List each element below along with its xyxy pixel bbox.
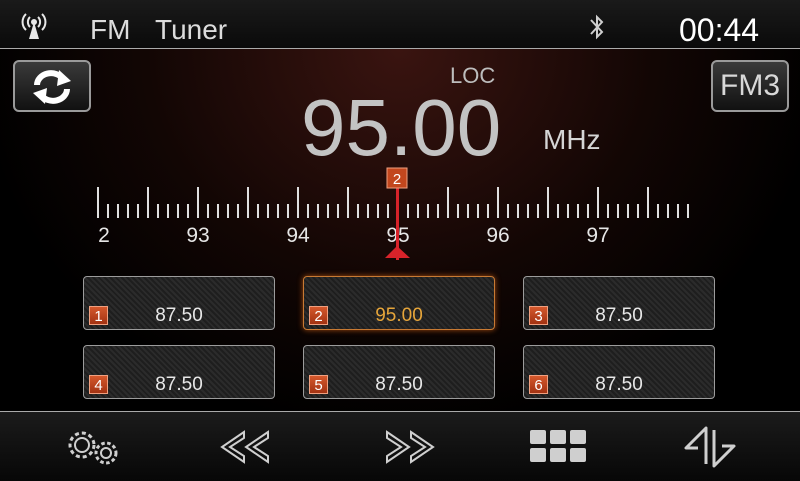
preset-button-6[interactable]: 6 87.50	[523, 345, 715, 399]
preset-frequency: 87.50	[155, 374, 203, 395]
bluetooth-icon	[590, 14, 604, 40]
mode-title: Tuner	[155, 14, 228, 45]
preset-frequency: 87.50	[595, 374, 643, 395]
needle-pointer	[385, 246, 410, 258]
preset-frequency: 87.50	[155, 305, 203, 326]
settings-icon[interactable]	[62, 426, 130, 468]
bottom-toolbar	[0, 411, 800, 481]
seek-forward-icon[interactable]	[383, 426, 435, 468]
preset-frequency: 95.00	[375, 305, 423, 326]
antenna-signal-icon	[21, 13, 47, 39]
needle-marker-number: 2	[393, 171, 401, 188]
preset-button-2[interactable]: 2 95.00	[303, 276, 495, 330]
scale-label: 97	[586, 224, 609, 247]
preset-button-5[interactable]: 5 87.50	[303, 345, 495, 399]
preset-frequency: 87.50	[375, 374, 423, 395]
scale-label: 2	[98, 224, 110, 247]
clock: 00:44	[679, 12, 760, 48]
scale-label: 94	[286, 224, 310, 247]
preset-button-3[interactable]: 3 87.50	[523, 276, 715, 330]
status-bar: FM Tuner 00:44	[0, 0, 800, 49]
preset-frequency: 87.50	[595, 305, 643, 326]
band-title: FM	[90, 14, 131, 45]
tuner-panel: LOC 95.00 MHz FM3 2 93 94 95 96 97 2 1 8…	[0, 49, 800, 411]
scale-label: 93	[186, 224, 209, 247]
scale-label: 96	[486, 224, 509, 247]
preset-grid-icon[interactable]	[529, 426, 589, 468]
seek-back-icon[interactable]	[220, 426, 272, 468]
preset-button-1[interactable]: 1 87.50	[83, 276, 275, 330]
band-switch-icon[interactable]	[682, 426, 738, 468]
scale-ticks	[97, 187, 689, 218]
preset-button-4[interactable]: 4 87.50	[83, 345, 275, 399]
